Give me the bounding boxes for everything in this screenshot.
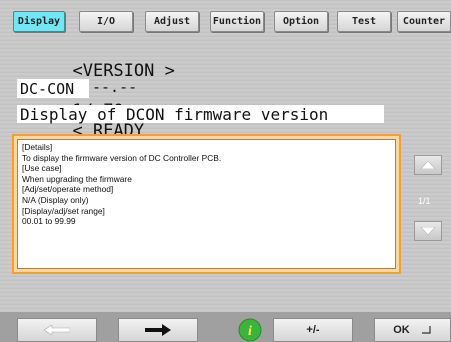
tab-option[interactable]: Option: [274, 11, 328, 32]
plus-minus-label: +/-: [306, 324, 320, 336]
details-page-indicator: 1/1: [418, 196, 431, 206]
enter-icon: [421, 326, 431, 334]
plus-minus-button[interactable]: +/-: [273, 318, 353, 342]
details-panel: [Details] To display the firmware versio…: [12, 134, 401, 274]
details-line: [Display/adj/set range]: [22, 205, 105, 216]
details-line: [Use case]: [22, 163, 62, 174]
info-icon: i: [238, 318, 262, 342]
tab-bar: Display I/O Adjust Function Option Test …: [0, 0, 451, 36]
details-line: When upgrading the firmware: [22, 173, 132, 184]
info-button[interactable]: i: [219, 318, 281, 342]
tab-adjust[interactable]: Adjust: [145, 11, 199, 32]
item-title: Display of DCON firmware version: [20, 104, 329, 124]
tab-display[interactable]: Display: [13, 11, 65, 32]
left-arrow-icon: [44, 325, 70, 335]
triangle-up-icon: [421, 161, 435, 169]
item-value: --.--: [92, 78, 138, 96]
ok-label: OK: [393, 324, 410, 336]
right-arrow-icon: [145, 324, 171, 336]
triangle-down-icon: [421, 227, 435, 235]
ok-button[interactable]: OK: [374, 318, 451, 342]
item-title-field: Display of DCON firmware version: [17, 104, 384, 124]
next-button[interactable]: [118, 318, 198, 342]
scroll-down-button[interactable]: [414, 221, 442, 241]
details-line: N/A (Display only): [22, 194, 89, 205]
tab-io[interactable]: I/O: [79, 11, 133, 32]
details-text: [Details] To display the firmware versio…: [17, 139, 396, 269]
item-code: DC-CON: [20, 79, 75, 98]
tab-function[interactable]: Function: [210, 11, 264, 32]
details-line: To display the firmware version of DC Co…: [22, 152, 222, 163]
tab-counter[interactable]: Counter: [397, 11, 451, 32]
details-line: 00.01 to 99.99: [22, 216, 76, 227]
details-line: [Details]: [22, 142, 53, 152]
back-button[interactable]: [17, 318, 97, 342]
item-code-field: DC-CON: [17, 79, 89, 98]
scroll-up-button[interactable]: [414, 155, 442, 175]
tab-test[interactable]: Test: [337, 11, 391, 32]
details-line: [Adj/set/operate method]: [22, 184, 114, 195]
svg-text:i: i: [248, 324, 252, 339]
